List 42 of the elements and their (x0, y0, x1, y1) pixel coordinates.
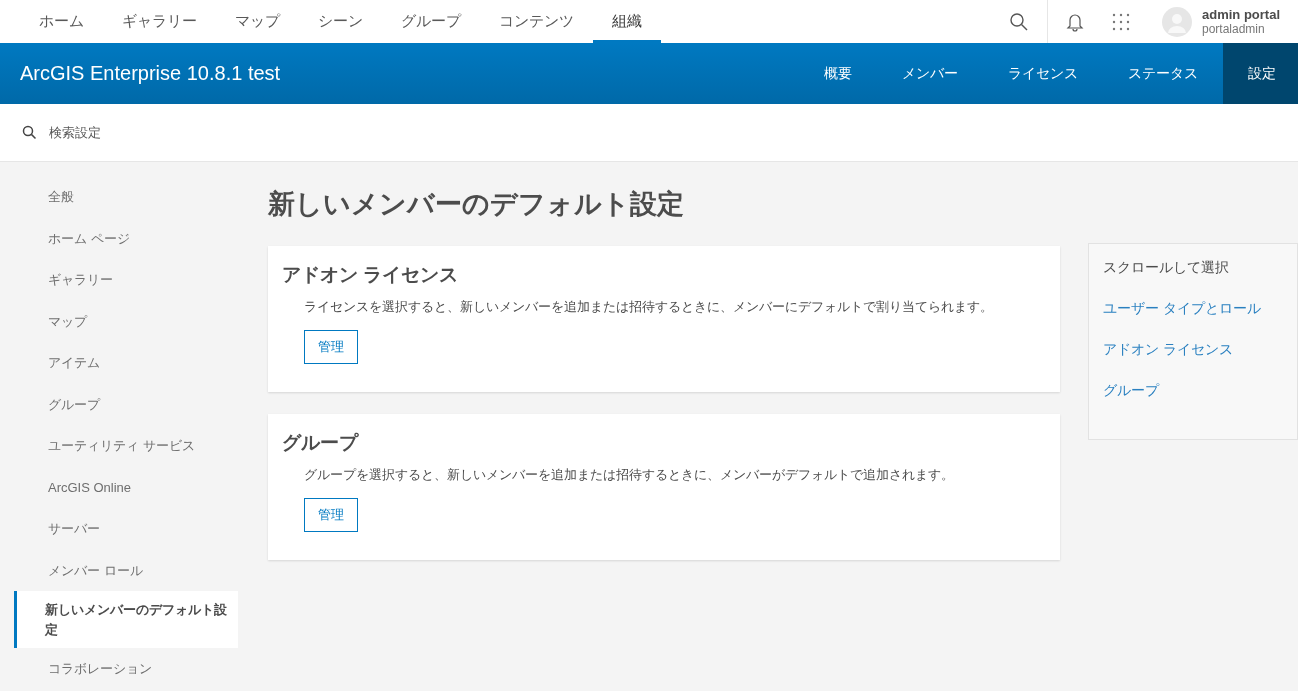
panel-heading: スクロールして選択 (1103, 258, 1230, 277)
search-field[interactable]: 検索設定 (47, 124, 351, 141)
section-link[interactable]: グループ (1103, 381, 1283, 400)
sidebar-item[interactable]: 全般 (14, 176, 238, 218)
nav-tab[interactable]: シーン (299, 0, 382, 43)
manage-button[interactable]: 管理 (304, 498, 358, 532)
nav-tab[interactable]: ホーム (20, 0, 103, 43)
bell-icon[interactable] (1066, 11, 1084, 32)
org-tab[interactable]: 概要 (799, 43, 877, 104)
search-icon (22, 125, 37, 140)
sidebar-item[interactable]: サーバー (14, 508, 238, 550)
card-description: ライセンスを選択すると、新しいメンバーを追加または招待するときに、メンバーにデフォルトで割り当てられます。 (304, 298, 993, 316)
page-title: 新しいメンバーのデフォルト設定 (268, 188, 685, 221)
org-title: ArcGIS Enterprise 10.8.1 test (19, 61, 281, 86)
nav-tab[interactable]: ギャラリー (103, 0, 216, 43)
sidebar-item[interactable]: アイテム (14, 342, 238, 384)
card-title: アドオン ライセンス (282, 263, 459, 287)
manage-button[interactable]: 管理 (304, 330, 358, 364)
org-tab[interactable]: メンバー (877, 43, 983, 104)
section-link[interactable]: アドオン ライセンス (1103, 340, 1283, 359)
sidebar-item[interactable]: コラボレーション (14, 648, 238, 690)
sidebar-item[interactable]: 新しいメンバーのデフォルト設定 (14, 591, 238, 648)
org-tab[interactable]: ステータス (1103, 43, 1223, 104)
nav-tab[interactable]: コンテンツ (480, 0, 593, 43)
user-username: portaladmin (1202, 21, 1265, 37)
apps-grid-icon[interactable] (1112, 12, 1130, 31)
sidebar-item[interactable]: ギャラリー (14, 259, 238, 301)
org-tab[interactable]: ライセンス (983, 43, 1103, 104)
nav-tab[interactable]: マップ (216, 0, 299, 43)
nav-tab[interactable]: グループ (382, 0, 480, 43)
user-name: admin portal (1202, 6, 1280, 22)
sidebar-item[interactable]: ユーティリティ サービス (14, 425, 238, 467)
sidebar-item[interactable]: グループ (14, 383, 238, 425)
card-description: グループを選択すると、新しいメンバーを追加または招待するときに、メンバーがデフォルトで追加されます。 (304, 466, 954, 484)
search-icon[interactable] (1009, 11, 1029, 32)
sidebar-item[interactable]: ホーム ページ (14, 217, 238, 259)
sidebar-item[interactable]: メンバー ロール (14, 549, 238, 591)
section-link[interactable]: ユーザー タイプとロール (1103, 299, 1283, 318)
sidebar-item[interactable]: マップ (14, 300, 238, 342)
org-tab[interactable]: 設定 (1223, 43, 1298, 104)
sidebar-item[interactable]: ArcGIS Online (14, 466, 238, 508)
card-title: グループ (282, 431, 358, 455)
